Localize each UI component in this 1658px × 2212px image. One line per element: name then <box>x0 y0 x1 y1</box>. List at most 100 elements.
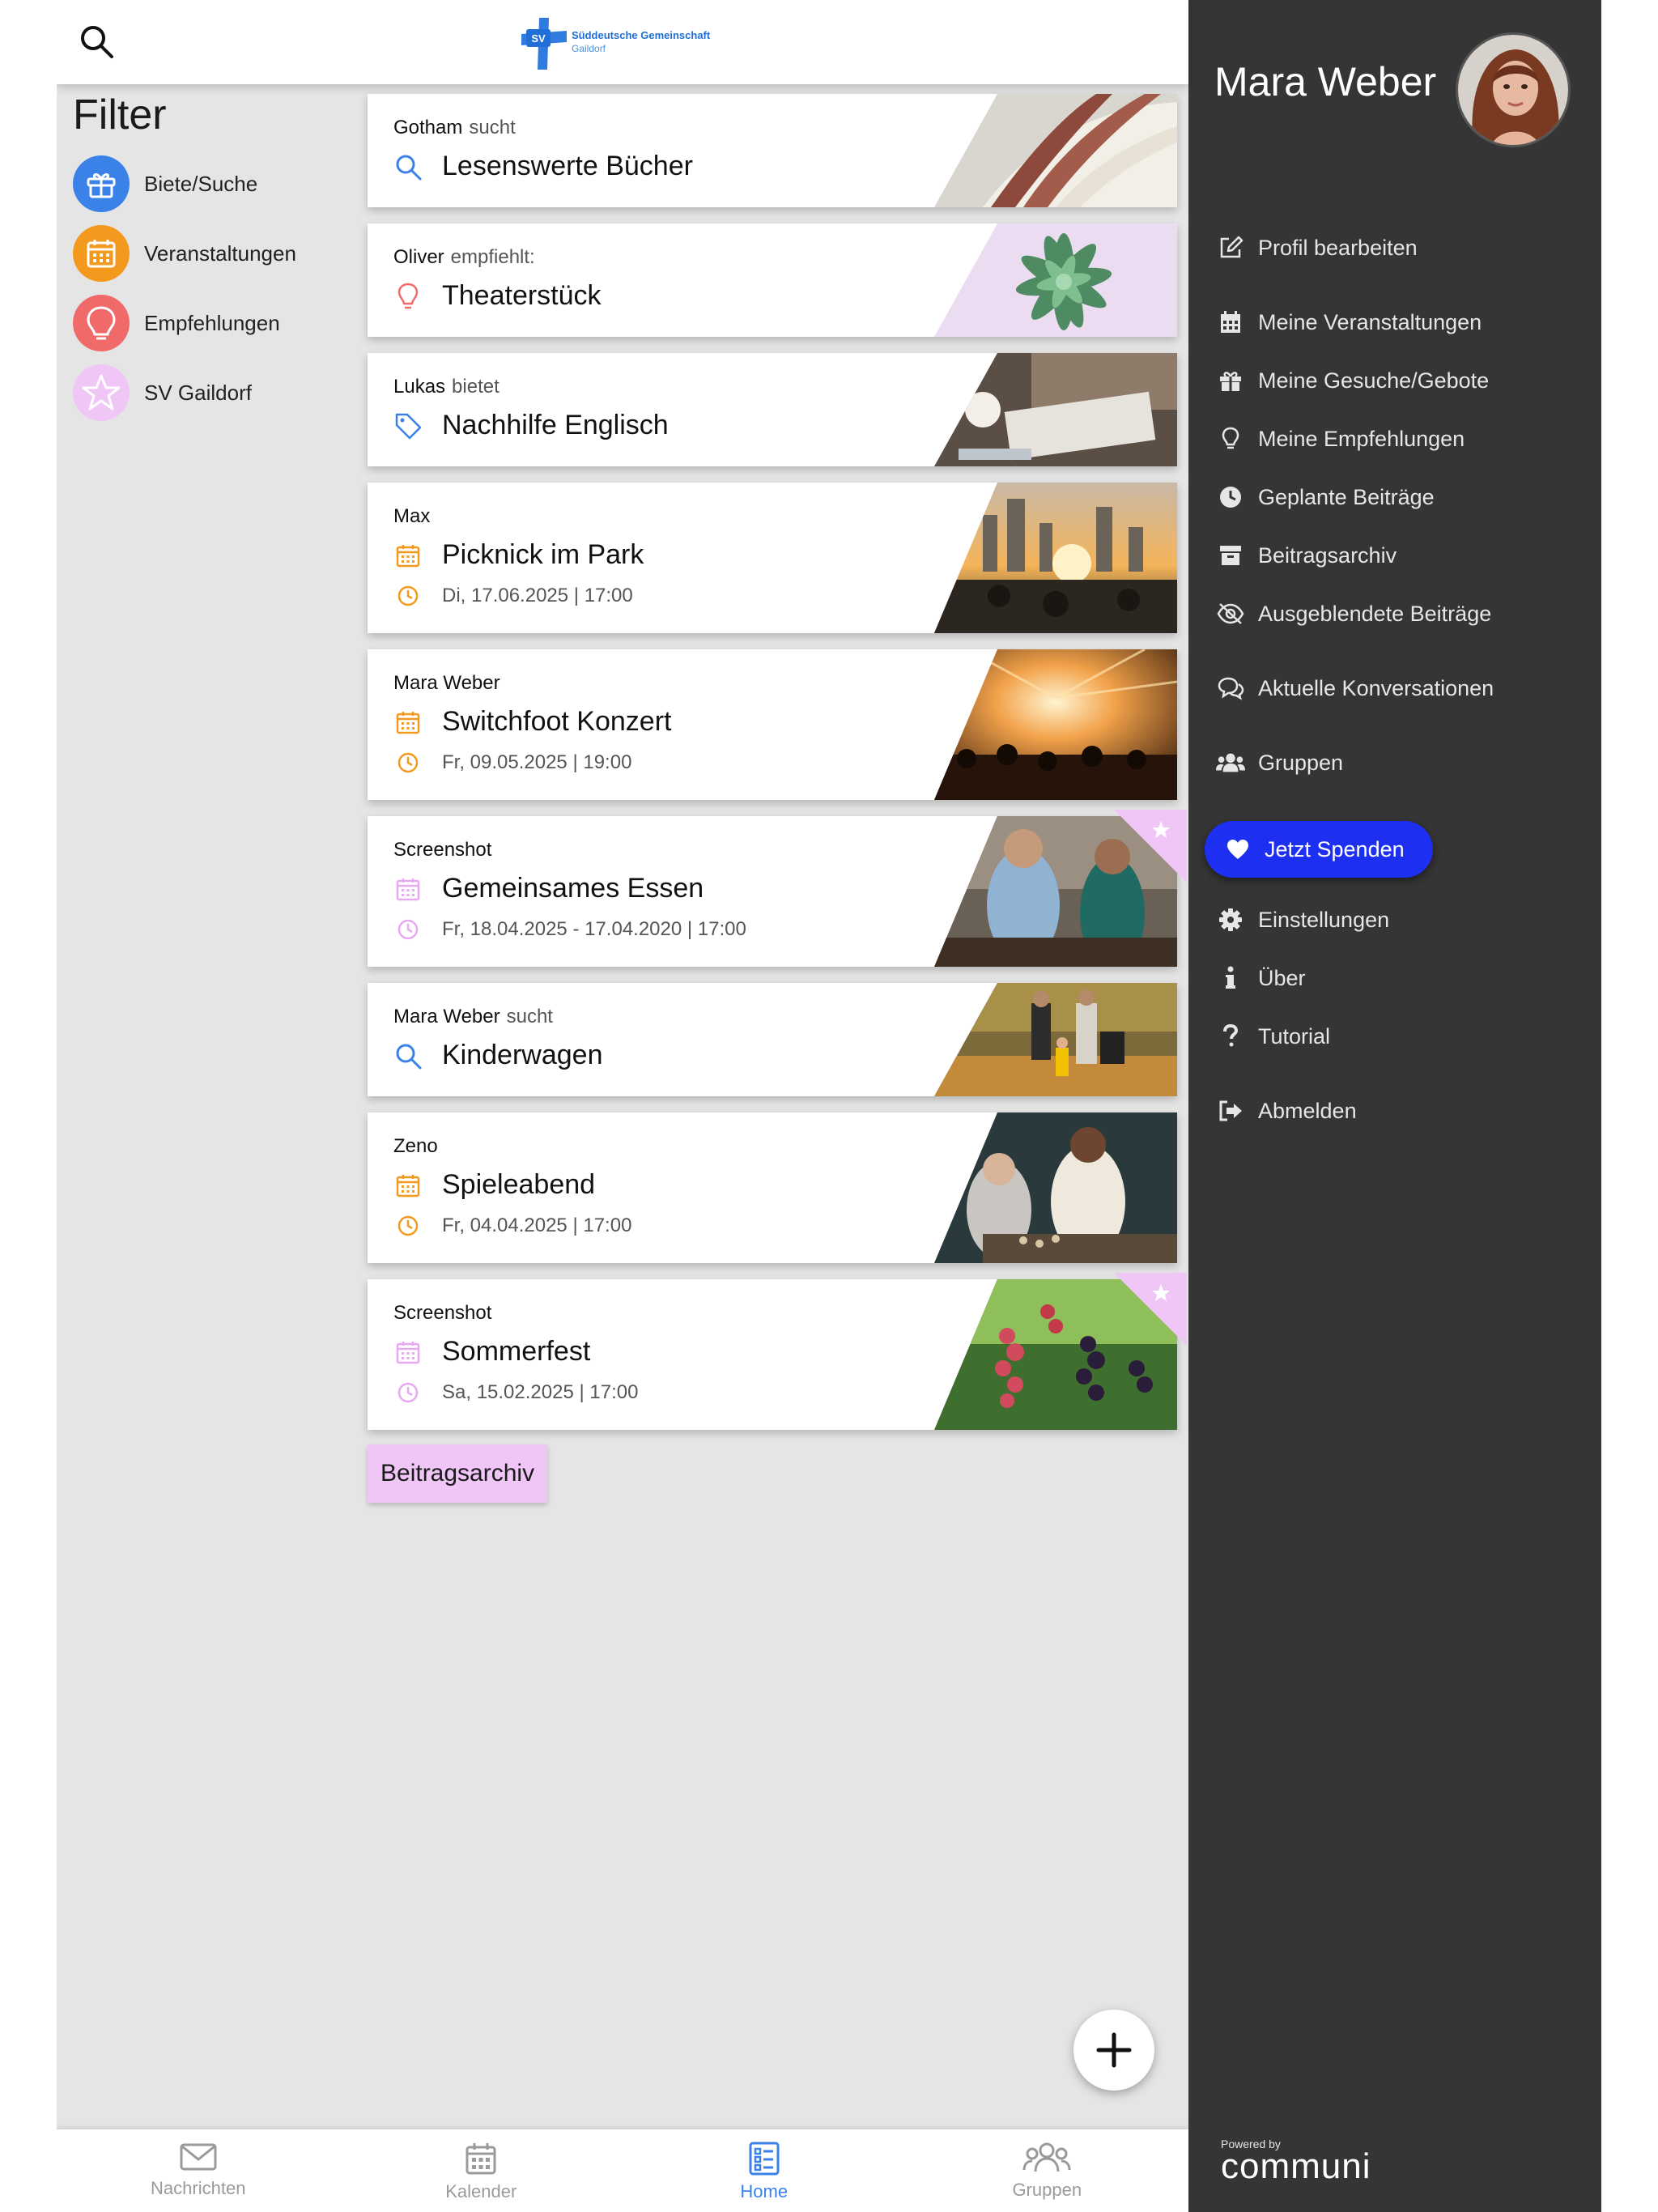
heart-icon <box>1227 840 1248 859</box>
menu-item-logout[interactable]: Abmelden <box>1216 1096 1357 1125</box>
post-title: Sommerfest <box>442 1336 591 1367</box>
gift-icon <box>1216 366 1245 395</box>
filter-panel: Filter Biete/Suche Veranstaltungen Empfe… <box>73 91 389 428</box>
author-name: Max <box>393 505 431 527</box>
menu-item-scheduled-posts[interactable]: Geplante Beiträge <box>1216 483 1435 512</box>
edit-icon <box>1216 233 1245 262</box>
author-name: Gotham <box>393 117 463 138</box>
menu-item-my-recommendations[interactable]: Meine Empfehlungen <box>1216 424 1465 453</box>
cross-logo-icon: SV <box>521 18 567 70</box>
post-date-row: Fr, 04.04.2025 | 17:00 <box>393 1211 631 1240</box>
post-title: Kinderwagen <box>442 1040 603 1070</box>
menu-item-groups[interactable]: Gruppen <box>1216 748 1343 777</box>
post-title-row: Gemeinsames Essen <box>393 873 704 904</box>
eye-slash-icon <box>1216 599 1245 628</box>
gift-icon <box>73 155 130 212</box>
lightbulb-icon <box>1216 424 1245 453</box>
post-card[interactable]: Lukas bietet Nachhilfe Englisch <box>368 353 1177 466</box>
post-title-row: Kinderwagen <box>393 1040 602 1071</box>
clock-icon <box>1216 483 1245 512</box>
gear-icon <box>1216 905 1245 934</box>
user-name: Mara Weber <box>1214 59 1437 104</box>
star-icon <box>73 364 130 421</box>
post-date: Di, 17.06.2025 | 17:00 <box>442 585 633 606</box>
filter-item-events[interactable]: Veranstaltungen <box>73 219 389 288</box>
menu-label: Meine Gesuche/Gebote <box>1258 368 1490 393</box>
menu-item-settings[interactable]: Einstellungen <box>1216 905 1389 934</box>
post-image <box>934 483 1177 633</box>
brand-name: communi <box>1221 2146 1371 2186</box>
post-card[interactable]: Max Picknick im Park Di, 17.06.2025 | 17… <box>368 483 1177 633</box>
search-button[interactable] <box>76 21 118 63</box>
post-verb: bietet <box>452 376 500 398</box>
archive-icon <box>1216 541 1245 570</box>
post-verb: sucht <box>506 1006 553 1027</box>
add-post-button[interactable] <box>1073 2010 1154 2091</box>
nav-calendar[interactable]: Kalender <box>340 2129 623 2212</box>
filter-item-recommendations[interactable]: Empfehlungen <box>73 288 389 358</box>
post-author: Lukas bietet <box>393 376 500 398</box>
search-icon <box>393 1041 423 1070</box>
menu-item-tutorial[interactable]: Tutorial <box>1216 1022 1330 1051</box>
post-title: Nachhilfe Englisch <box>442 410 669 440</box>
filter-title: Filter <box>73 91 167 138</box>
author-name: Lukas <box>393 376 446 398</box>
menu-item-edit-profile[interactable]: Profil bearbeiten <box>1216 233 1418 262</box>
post-image <box>934 649 1177 800</box>
filter-label: Veranstaltungen <box>144 240 296 266</box>
archive-button[interactable]: Beitragsarchiv <box>368 1444 548 1503</box>
envelope-icon <box>180 2143 217 2171</box>
post-title: Lesenswerte Bücher <box>442 151 693 181</box>
menu-item-about[interactable]: Über <box>1216 963 1306 993</box>
powered-by-branding: Powered by communi <box>1221 2138 1371 2186</box>
post-image <box>934 223 1177 337</box>
post-card[interactable]: Zeno Spieleabend Fr, 04.04.2025 | 17:00 <box>368 1112 1177 1263</box>
post-card[interactable]: Mara Weber sucht Kinderwagen <box>368 983 1177 1096</box>
info-icon <box>1216 963 1245 993</box>
clock-icon <box>393 748 423 777</box>
nav-messages[interactable]: Nachrichten <box>57 2129 340 2212</box>
bottom-navigation: Nachrichten Kalender Home Gruppen <box>57 2129 1188 2212</box>
post-image <box>934 353 1177 466</box>
post-title: Switchfoot Konzert <box>442 706 672 737</box>
nav-label: Gruppen <box>1012 2180 1082 2200</box>
menu-item-my-events[interactable]: Meine Veranstaltungen <box>1216 308 1482 337</box>
nav-groups[interactable]: Gruppen <box>906 2129 1189 2212</box>
search-icon <box>393 152 423 181</box>
menu-item-post-archive[interactable]: Beitragsarchiv <box>1216 541 1397 570</box>
post-verb: empfiehlt: <box>450 246 535 268</box>
calendar-icon <box>466 2143 496 2175</box>
nav-label: Kalender <box>445 2181 517 2201</box>
feed-list-icon <box>749 2142 780 2176</box>
post-card[interactable]: Oliver empfiehlt: Theaterstück <box>368 223 1177 337</box>
logout-icon <box>1216 1096 1245 1125</box>
calendar-icon <box>393 708 423 737</box>
post-author: Gotham sucht <box>393 117 516 139</box>
post-card[interactable]: Gotham sucht Lesenswerte Bücher <box>368 94 1177 207</box>
author-name: Mara Weber <box>393 1006 500 1027</box>
menu-label: Profil bearbeiten <box>1258 235 1418 260</box>
menu-item-conversations[interactable]: Aktuelle Konversationen <box>1216 674 1494 703</box>
post-author: Max <box>393 505 430 528</box>
nav-home[interactable]: Home <box>623 2129 906 2212</box>
donate-button[interactable]: Jetzt Spenden <box>1205 821 1433 878</box>
filter-item-offers[interactable]: Biete/Suche <box>73 149 389 219</box>
filter-item-community[interactable]: SV Gaildorf <box>73 358 389 428</box>
menu-label: Gruppen <box>1258 750 1344 775</box>
menu-item-hidden-posts[interactable]: Ausgeblendete Beiträge <box>1216 599 1491 628</box>
menu-label: Über <box>1258 965 1306 990</box>
avatar[interactable] <box>1456 32 1571 147</box>
post-card[interactable]: Screenshot Sommerfest Sa, 15.02.2025 | 1… <box>368 1273 1187 1430</box>
community-ribbon <box>1114 1273 1187 1346</box>
post-title: Spieleabend <box>442 1169 596 1200</box>
question-icon <box>1216 1022 1245 1051</box>
calendar-icon <box>73 225 130 282</box>
menu-label: Tutorial <box>1258 1023 1331 1049</box>
post-card[interactable]: Screenshot Gemeinsames Essen Fr, 18.04.2… <box>368 810 1187 967</box>
post-author: Mara Weber <box>393 672 500 695</box>
post-date-row: Sa, 15.02.2025 | 17:00 <box>393 1378 638 1407</box>
logo-mark: SV <box>531 32 546 45</box>
menu-item-my-offers[interactable]: Meine Gesuche/Gebote <box>1216 366 1489 395</box>
post-card[interactable]: Mara Weber Switchfoot Konzert Fr, 09.05.… <box>368 649 1177 800</box>
post-author: Screenshot <box>393 839 491 861</box>
